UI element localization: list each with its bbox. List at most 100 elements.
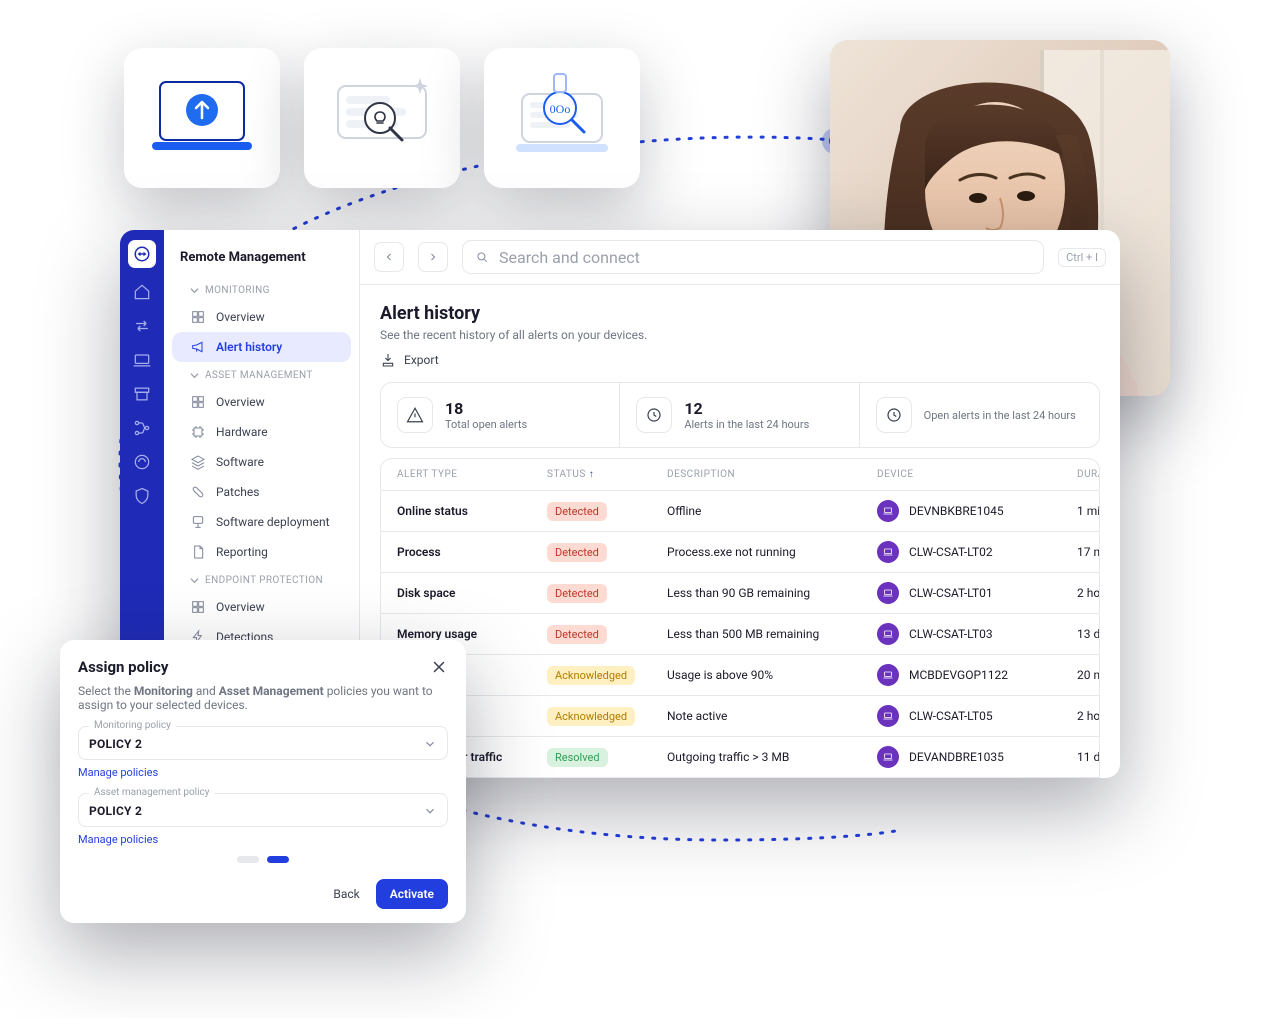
cell-status: Acknowledged bbox=[547, 707, 667, 726]
col-status[interactable]: STATUS ↑ bbox=[547, 469, 667, 480]
search-placeholder: Search and connect bbox=[499, 248, 640, 267]
group-endpoint[interactable]: ENDPOINT PROTECTION bbox=[172, 567, 351, 592]
cell-status: Resolved bbox=[547, 748, 667, 767]
group-asset-management[interactable]: ASSET MANAGEMENT bbox=[172, 362, 351, 387]
manage-policies-link[interactable]: Manage policies bbox=[78, 833, 448, 846]
table-row[interactable]: Online statusDetectedOfflineDEVNBKBRE104… bbox=[381, 490, 1099, 531]
cell-device[interactable]: DEVNBKBRE1045 bbox=[877, 500, 1077, 522]
cell-status: Detected bbox=[547, 625, 667, 644]
status-badge: Detected bbox=[547, 584, 607, 603]
table-row[interactable]: CPU usageAcknowledgedUsage is above 90%M… bbox=[381, 654, 1099, 695]
sidebar-item-alert-history[interactable]: Alert history bbox=[172, 332, 351, 362]
cell-device[interactable]: MCBDEVGOP1122 bbox=[877, 664, 1077, 686]
card-laptop-upload bbox=[124, 48, 280, 188]
page: Alert history See the recent history of … bbox=[360, 285, 1120, 778]
cell-description: Offline bbox=[667, 504, 877, 518]
laptop-upload-icon bbox=[142, 68, 262, 168]
back-button[interactable]: Back bbox=[333, 887, 359, 901]
device-icon bbox=[877, 541, 899, 563]
rail-shield-icon[interactable] bbox=[132, 486, 152, 506]
app-logo[interactable] bbox=[128, 240, 156, 268]
table-row[interactable]: work adapter trafficResolvedOutgoing tra… bbox=[381, 736, 1099, 777]
activate-button[interactable]: Activate bbox=[376, 879, 448, 909]
grid-icon bbox=[190, 599, 206, 615]
manage-policies-link[interactable]: Manage policies bbox=[78, 766, 448, 779]
alerts-table: ALERT TYPE STATUS ↑ DESCRIPTION DEVICE D… bbox=[380, 458, 1100, 778]
rail-workflows-icon[interactable] bbox=[132, 418, 152, 438]
dialog-title: Assign policy bbox=[78, 658, 168, 676]
cell-device[interactable]: CLW-CSAT-LT03 bbox=[877, 623, 1077, 645]
sidebar-item-label: Overview bbox=[216, 395, 265, 409]
alert-triangle-icon bbox=[397, 397, 433, 433]
rail-transfer-icon[interactable] bbox=[132, 316, 152, 336]
asset-policy-select[interactable]: Asset management policy POLICY 2 bbox=[78, 793, 448, 827]
cell-status: Detected bbox=[547, 543, 667, 562]
export-label: Export bbox=[404, 353, 439, 367]
status-badge: Acknowledged bbox=[547, 666, 635, 685]
stats-row: 18Total open alerts 12Alerts in the last… bbox=[380, 382, 1100, 448]
sidebar-item-reporting[interactable]: Reporting bbox=[172, 537, 351, 567]
group-monitoring[interactable]: MONITORING bbox=[172, 277, 351, 302]
table-row[interactable]: ProcessDetectedProcess.exe not runningCL… bbox=[381, 531, 1099, 572]
stat-label: Open alerts in the last 24 hours bbox=[924, 409, 1076, 422]
sidebar-item-overview[interactable]: Overview bbox=[172, 302, 351, 332]
table-row[interactable]: Memory usageDetectedLess than 500 MB rem… bbox=[381, 613, 1099, 654]
sidebar-item-software[interactable]: Software bbox=[172, 447, 351, 477]
alert-search-icon bbox=[322, 68, 442, 168]
pager-dot[interactable] bbox=[237, 856, 259, 863]
stat-label: Alerts in the last 24 hours bbox=[684, 418, 809, 431]
cell-duration: 17 minutes bbox=[1077, 545, 1100, 559]
cell-device[interactable]: CLW-CSAT-LT01 bbox=[877, 582, 1077, 604]
cell-device[interactable]: CLW-CSAT-LT05 bbox=[877, 705, 1077, 727]
export-button[interactable]: Export bbox=[380, 352, 1100, 368]
sidebar-item-hardware[interactable]: Hardware bbox=[172, 417, 351, 447]
monitoring-policy-select[interactable]: Monitoring policy POLICY 2 bbox=[78, 726, 448, 760]
assign-policy-dialog: Assign policy Select the Monitoring and … bbox=[60, 640, 466, 923]
cell-device[interactable]: CLW-CSAT-LT02 bbox=[877, 541, 1077, 563]
table-row[interactable]: wallResolvedOfflineCLW-CSAT-LT072 hoursM… bbox=[381, 777, 1099, 778]
table-row[interactable]: FirewallAcknowledgedNote activeCLW-CSAT-… bbox=[381, 695, 1099, 736]
cell-duration: 11 days bbox=[1077, 750, 1100, 764]
content: Search and connect Ctrl + I Alert histor… bbox=[360, 230, 1120, 778]
pager-dot-active[interactable] bbox=[267, 856, 289, 863]
close-icon[interactable] bbox=[430, 658, 448, 676]
cell-duration: 1 minute bbox=[1077, 504, 1100, 518]
rail-support-icon[interactable] bbox=[132, 452, 152, 472]
file-icon bbox=[190, 544, 206, 560]
grid-icon bbox=[190, 309, 206, 325]
sidebar-item-label: Overview bbox=[216, 600, 265, 614]
megaphone-icon bbox=[190, 339, 206, 355]
col-duration[interactable]: DURATION bbox=[1077, 469, 1100, 480]
search-input[interactable]: Search and connect bbox=[462, 240, 1044, 274]
device-icon bbox=[877, 705, 899, 727]
analytics-icon: 0Oo bbox=[502, 68, 622, 168]
cell-alert-type: Disk space bbox=[397, 586, 547, 600]
cell-alert-type: Memory usage bbox=[397, 627, 547, 641]
col-description[interactable]: DESCRIPTION bbox=[667, 469, 877, 480]
field-value: POLICY 2 bbox=[89, 804, 437, 818]
col-alert-type[interactable]: ALERT TYPE bbox=[397, 469, 547, 480]
topbar: Search and connect Ctrl + I bbox=[360, 230, 1120, 285]
group-label: ASSET MANAGEMENT bbox=[205, 370, 313, 381]
rail-devices-icon[interactable] bbox=[132, 350, 152, 370]
cell-description: Less than 90 GB remaining bbox=[667, 586, 877, 600]
sidebar-item-am-overview[interactable]: Overview bbox=[172, 387, 351, 417]
sidebar-item-ep-overview[interactable]: Overview bbox=[172, 592, 351, 622]
rail-archive-icon[interactable] bbox=[132, 384, 152, 404]
stat-open-24h: Open alerts in the last 24 hours bbox=[860, 383, 1099, 447]
search-icon bbox=[475, 250, 489, 264]
table-row[interactable]: Disk spaceDetected Less than 90 GB remain… bbox=[381, 572, 1099, 613]
status-badge: Detected bbox=[547, 502, 607, 521]
status-badge: Acknowledged bbox=[547, 707, 635, 726]
rail-home-icon[interactable] bbox=[132, 282, 152, 302]
col-device[interactable]: DEVICE bbox=[877, 469, 1077, 480]
nav-forward-button[interactable] bbox=[418, 242, 448, 272]
nav-back-button[interactable] bbox=[374, 242, 404, 272]
device-icon bbox=[877, 500, 899, 522]
cell-device[interactable]: DEVANDBRE1035 bbox=[877, 746, 1077, 768]
sidebar-item-patches[interactable]: Patches bbox=[172, 477, 351, 507]
stage: 0Oo bbox=[0, 0, 1280, 1018]
chevron-down-icon bbox=[190, 576, 199, 585]
sidebar-item-swdeploy[interactable]: Software deployment bbox=[172, 507, 351, 537]
grid-icon bbox=[190, 394, 206, 410]
